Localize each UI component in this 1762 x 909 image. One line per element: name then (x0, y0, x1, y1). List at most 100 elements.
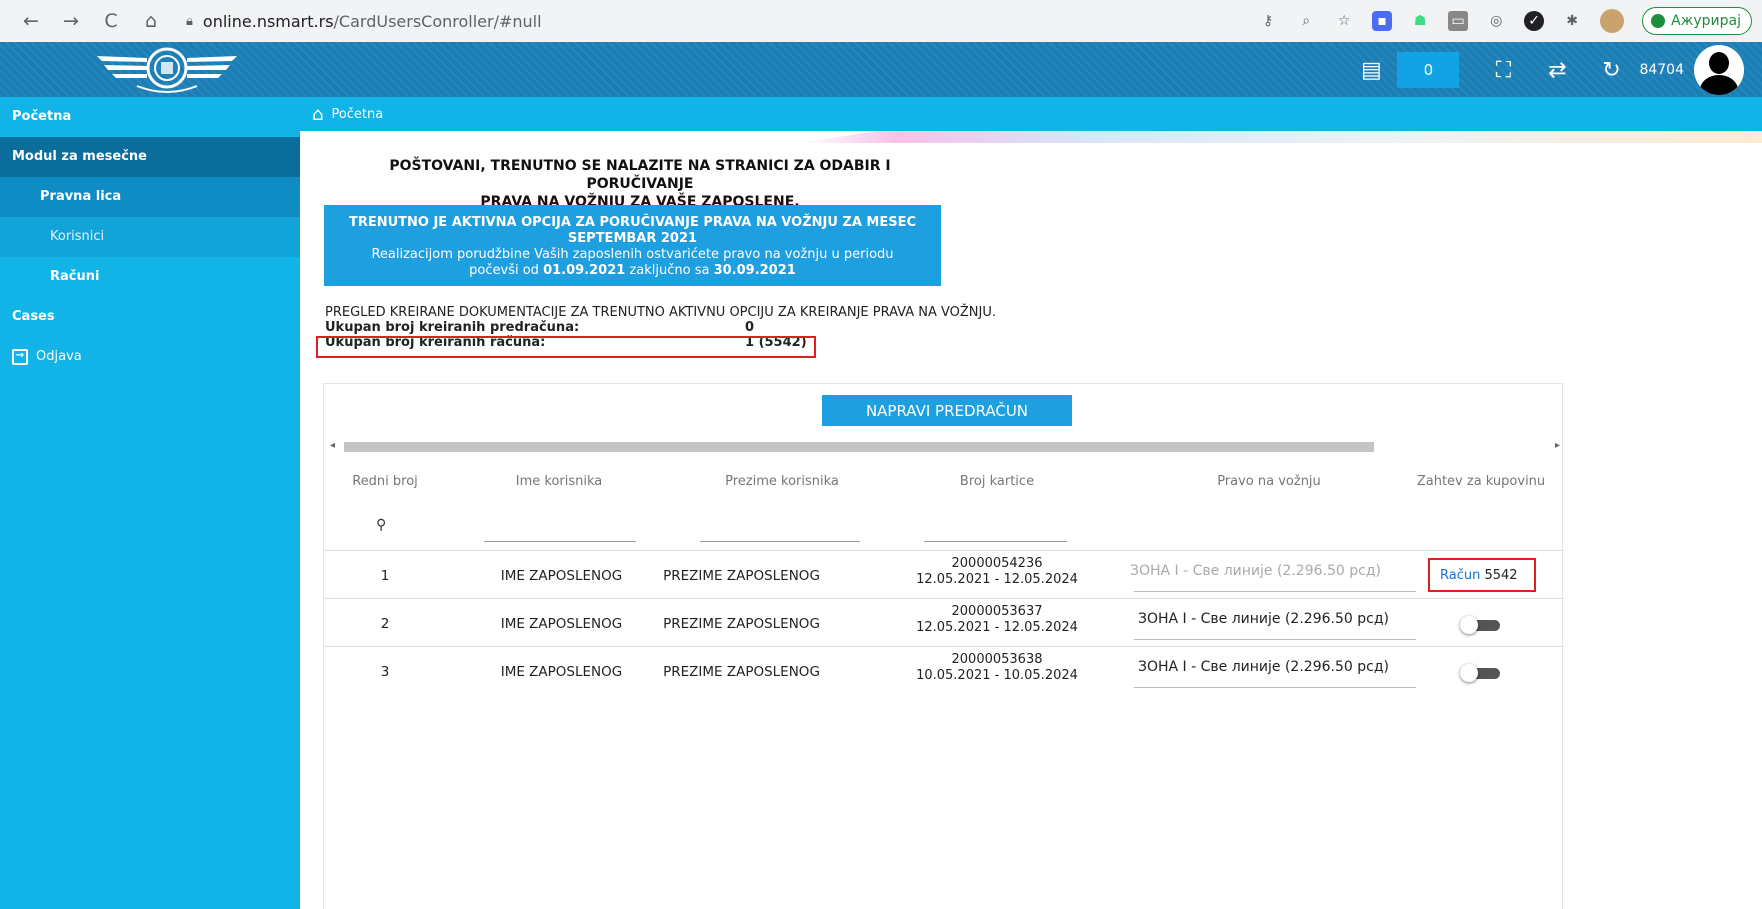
purchase-toggle[interactable] (1460, 664, 1502, 682)
extension-video-icon[interactable]: ▪ (1372, 11, 1393, 31)
zoom-icon[interactable]: ⌕ (1296, 11, 1316, 31)
clipboard-icon[interactable]: ▤ (1357, 58, 1385, 83)
greeting-line-1: POŠTOVANI, TRENUTNO SE NALAZITE NA STRAN… (389, 158, 891, 192)
user-id: 84704 (1639, 62, 1684, 78)
info-line-1: TRENUTNO JE AKTIVNA OPCIJA ZA PORUČIVANJ… (348, 215, 917, 230)
browser-toolbar: ← → C ⌂ 🔒︎ online.nsmart.rs/CardUsersCon… (0, 0, 1762, 42)
row-ime: IME ZAPOSLENOG (500, 568, 623, 584)
sidebar-item-korisnici[interactable]: Korisnici (0, 217, 300, 257)
highlight-box-racun (1428, 558, 1536, 592)
refresh-icon[interactable]: ↻ (1597, 58, 1625, 83)
scroll-right-icon[interactable]: ▸ (1555, 440, 1560, 451)
search-icon[interactable]: ⚲ (376, 517, 386, 533)
update-dot-icon (1651, 14, 1666, 28)
row-prezime: PREZIME ZAPOSLENOG (663, 568, 820, 584)
sidebar-item-pocetna[interactable]: Početna (0, 97, 300, 137)
reload-icon[interactable]: C (94, 4, 128, 38)
row-prezime: PREZIME ZAPOSLENOG (663, 616, 820, 632)
column-header-pravo[interactable]: Pravo na vožnju (1194, 474, 1344, 489)
row-pravo-select[interactable]: ЗОНА I - Све линије (2.296.50 рсд) (1130, 563, 1381, 579)
table-row: 2 IME ZAPOSLENOG PREZIME ZAPOSLENOG 2000… (324, 598, 1564, 646)
row-card: 20000053637 12.05.2021 - 12.05.2024 (902, 604, 1092, 636)
row-card-number: 20000053637 (951, 604, 1043, 619)
filter-ime-input[interactable] (484, 541, 636, 542)
column-header-redni-broj[interactable]: Redni broj (344, 474, 426, 489)
lock-icon: 🔒︎ (186, 13, 193, 29)
purchase-toggle[interactable] (1460, 616, 1502, 634)
user-avatar[interactable] (1694, 45, 1744, 95)
extension-check-icon[interactable]: ✓ (1524, 11, 1545, 31)
summary-predracuna: Ukupan broj kreiranih predračuna: 0 (325, 320, 996, 335)
key-icon[interactable]: ⚷ (1258, 11, 1278, 31)
row-card-number: 20000054236 (951, 556, 1043, 571)
row-card: 20000053638 10.05.2021 - 10.05.2024 (902, 652, 1092, 684)
info-date-to: 30.09.2021 (713, 263, 796, 278)
info-month: SEPTEMBAR 2021 (567, 231, 698, 246)
sidebar-item-modul-za-mesecne[interactable]: Modul za mesečne (0, 137, 300, 177)
predracuna-label: Ukupan broj kreiranih predračuna: (325, 320, 580, 335)
sidebar-item-odjava[interactable]: → Odjava (0, 337, 300, 377)
scrollbar-thumb[interactable] (344, 442, 1374, 452)
address-bar[interactable]: 🔒︎ online.nsmart.rs/CardUsersConroller/#… (186, 6, 1266, 36)
update-label: Ажурирај (1671, 13, 1741, 29)
info-line-4: počevši od 01.09.2021 zaključno sa 30.09… (469, 263, 796, 278)
fullscreen-icon[interactable]: ⛶ (1489, 58, 1517, 83)
row-pravo-select[interactable]: ЗОНА I - Све линије (2.296.50 рсд) (1138, 611, 1389, 627)
row-ime: IME ZAPOSLENOG (500, 616, 623, 632)
star-icon[interactable]: ☆ (1334, 11, 1354, 31)
url-host: online.nsmart.rs (202, 11, 334, 31)
sidebar: Početna Modul za mesečne Pravna lica Kor… (0, 97, 300, 909)
update-button[interactable]: Ажурирај (1642, 7, 1752, 35)
back-arrow-icon[interactable]: ← (14, 4, 48, 38)
profile-avatar[interactable] (1600, 9, 1625, 33)
extensions-puzzle-icon[interactable]: ✱ (1562, 11, 1582, 31)
info-date-from: 01.09.2021 (543, 263, 626, 278)
table-row: 1 IME ZAPOSLENOG PREZIME ZAPOSLENOG 2000… (324, 550, 1564, 598)
extension-android-icon[interactable]: ☗ (1410, 11, 1430, 31)
create-proforma-button[interactable]: NAPRAVI PREDRAČUN (822, 395, 1072, 426)
row-card-period: 12.05.2021 - 12.05.2024 (916, 620, 1078, 635)
active-option-info-box: TRENUTNO JE AKTIVNA OPCIJA ZA PORUČIVANJ… (324, 205, 941, 286)
row-card: 20000054236 12.05.2021 - 12.05.2024 (902, 556, 1092, 588)
sidebar-item-odjava-label: Odjava (36, 349, 82, 364)
decorative-gradient-strip (800, 131, 1762, 143)
home-icon[interactable]: ⌂ (312, 104, 323, 125)
breadcrumb-label[interactable]: Početna (331, 107, 383, 122)
swap-icon[interactable]: ⇄ (1543, 58, 1571, 83)
column-header-prezime[interactable]: Prezime korisnika (702, 474, 862, 489)
info-line-3: Realizacijom porudžbine Vaših zaposlenih… (371, 247, 894, 262)
column-header-broj-kartice[interactable]: Broj kartice (922, 474, 1072, 489)
logout-icon: → (12, 349, 28, 365)
sidebar-item-cases[interactable]: Cases (0, 297, 300, 337)
row-number: 2 (380, 616, 390, 632)
cart-count-badge[interactable]: 0 (1397, 52, 1460, 88)
column-header-ime[interactable]: Ime korisnika (484, 474, 634, 489)
row-prezime: PREZIME ZAPOSLENOG (663, 664, 820, 680)
scroll-left-icon[interactable]: ◂ (330, 440, 335, 451)
app-header: ▤ 0 ⛶ ⇄ ↻ 84704 (0, 42, 1762, 97)
row-card-period: 10.05.2021 - 10.05.2024 (916, 668, 1078, 683)
filter-prezime-input[interactable] (700, 541, 860, 542)
users-table-panel: NAPRAVI PREDRAČUN ◂ ▸ Redni broj Ime kor… (323, 383, 1564, 909)
greeting-text: POŠTOVANI, TRENUTNO SE NALAZITE NA STRAN… (345, 157, 935, 211)
sidebar-item-pravna-lica[interactable]: Pravna lica (0, 177, 300, 217)
row-card-number: 20000053638 (951, 652, 1043, 667)
home-icon[interactable]: ⌂ (134, 4, 168, 38)
row-ime: IME ZAPOSLENOG (500, 664, 623, 680)
breadcrumb: ⌂ Početna (300, 97, 1762, 131)
extension-circle-icon[interactable]: ◎ (1486, 11, 1506, 31)
highlight-box-racuna (316, 336, 816, 358)
forward-arrow-icon[interactable]: → (54, 4, 88, 38)
column-header-zahtev[interactable]: Zahtev za kupovinu (1406, 474, 1556, 489)
extension-window-icon[interactable]: ▭ (1448, 11, 1469, 31)
summary-heading: PREGLED KREIRANE DOKUMENTACIJE ZA TRENUT… (325, 305, 997, 320)
horizontal-scrollbar[interactable]: ◂ ▸ (328, 440, 1562, 454)
predracuna-value: 0 (745, 320, 755, 335)
main-content: POŠTOVANI, TRENUTNO SE NALAZITE NA STRAN… (300, 143, 1762, 909)
sidebar-item-racuni[interactable]: Računi (0, 257, 300, 297)
filter-kartica-input[interactable] (924, 541, 1067, 542)
row-pravo-select[interactable]: ЗОНА I - Све линије (2.296.50 рсд) (1138, 659, 1389, 675)
table-row: 3 IME ZAPOSLENOG PREZIME ZAPOSLENOG 2000… (324, 646, 1564, 694)
row-card-period: 12.05.2021 - 12.05.2024 (916, 572, 1078, 587)
nsmart-logo (97, 47, 237, 93)
